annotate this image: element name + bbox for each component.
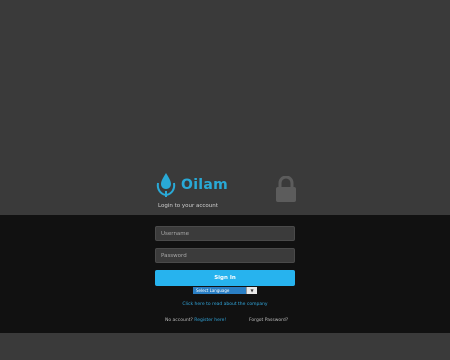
oil-drop-icon [156,173,176,197]
lock-icon [276,176,296,202]
username-input[interactable] [155,226,295,241]
brand-name: Oilam [181,177,229,193]
forgot-password-link[interactable]: Forgot Password? [249,318,288,323]
no-account-text: No account? [165,318,195,323]
no-account-line: No account? Register here! [165,318,226,323]
footer-strip [0,333,450,360]
brand-logo: Oilam [155,172,228,198]
login-subtitle: Login to your account [158,203,218,209]
chevron-down-icon[interactable]: ▼ [246,287,257,294]
company-info-link[interactable]: Click here to read about the company [150,302,300,307]
language-select-value: Select Language [193,287,246,294]
password-input[interactable] [155,248,295,263]
language-select[interactable]: Select Language ▼ [193,287,257,294]
sign-in-button[interactable]: Sign In [155,270,295,286]
register-link[interactable]: Register here! [194,318,226,323]
